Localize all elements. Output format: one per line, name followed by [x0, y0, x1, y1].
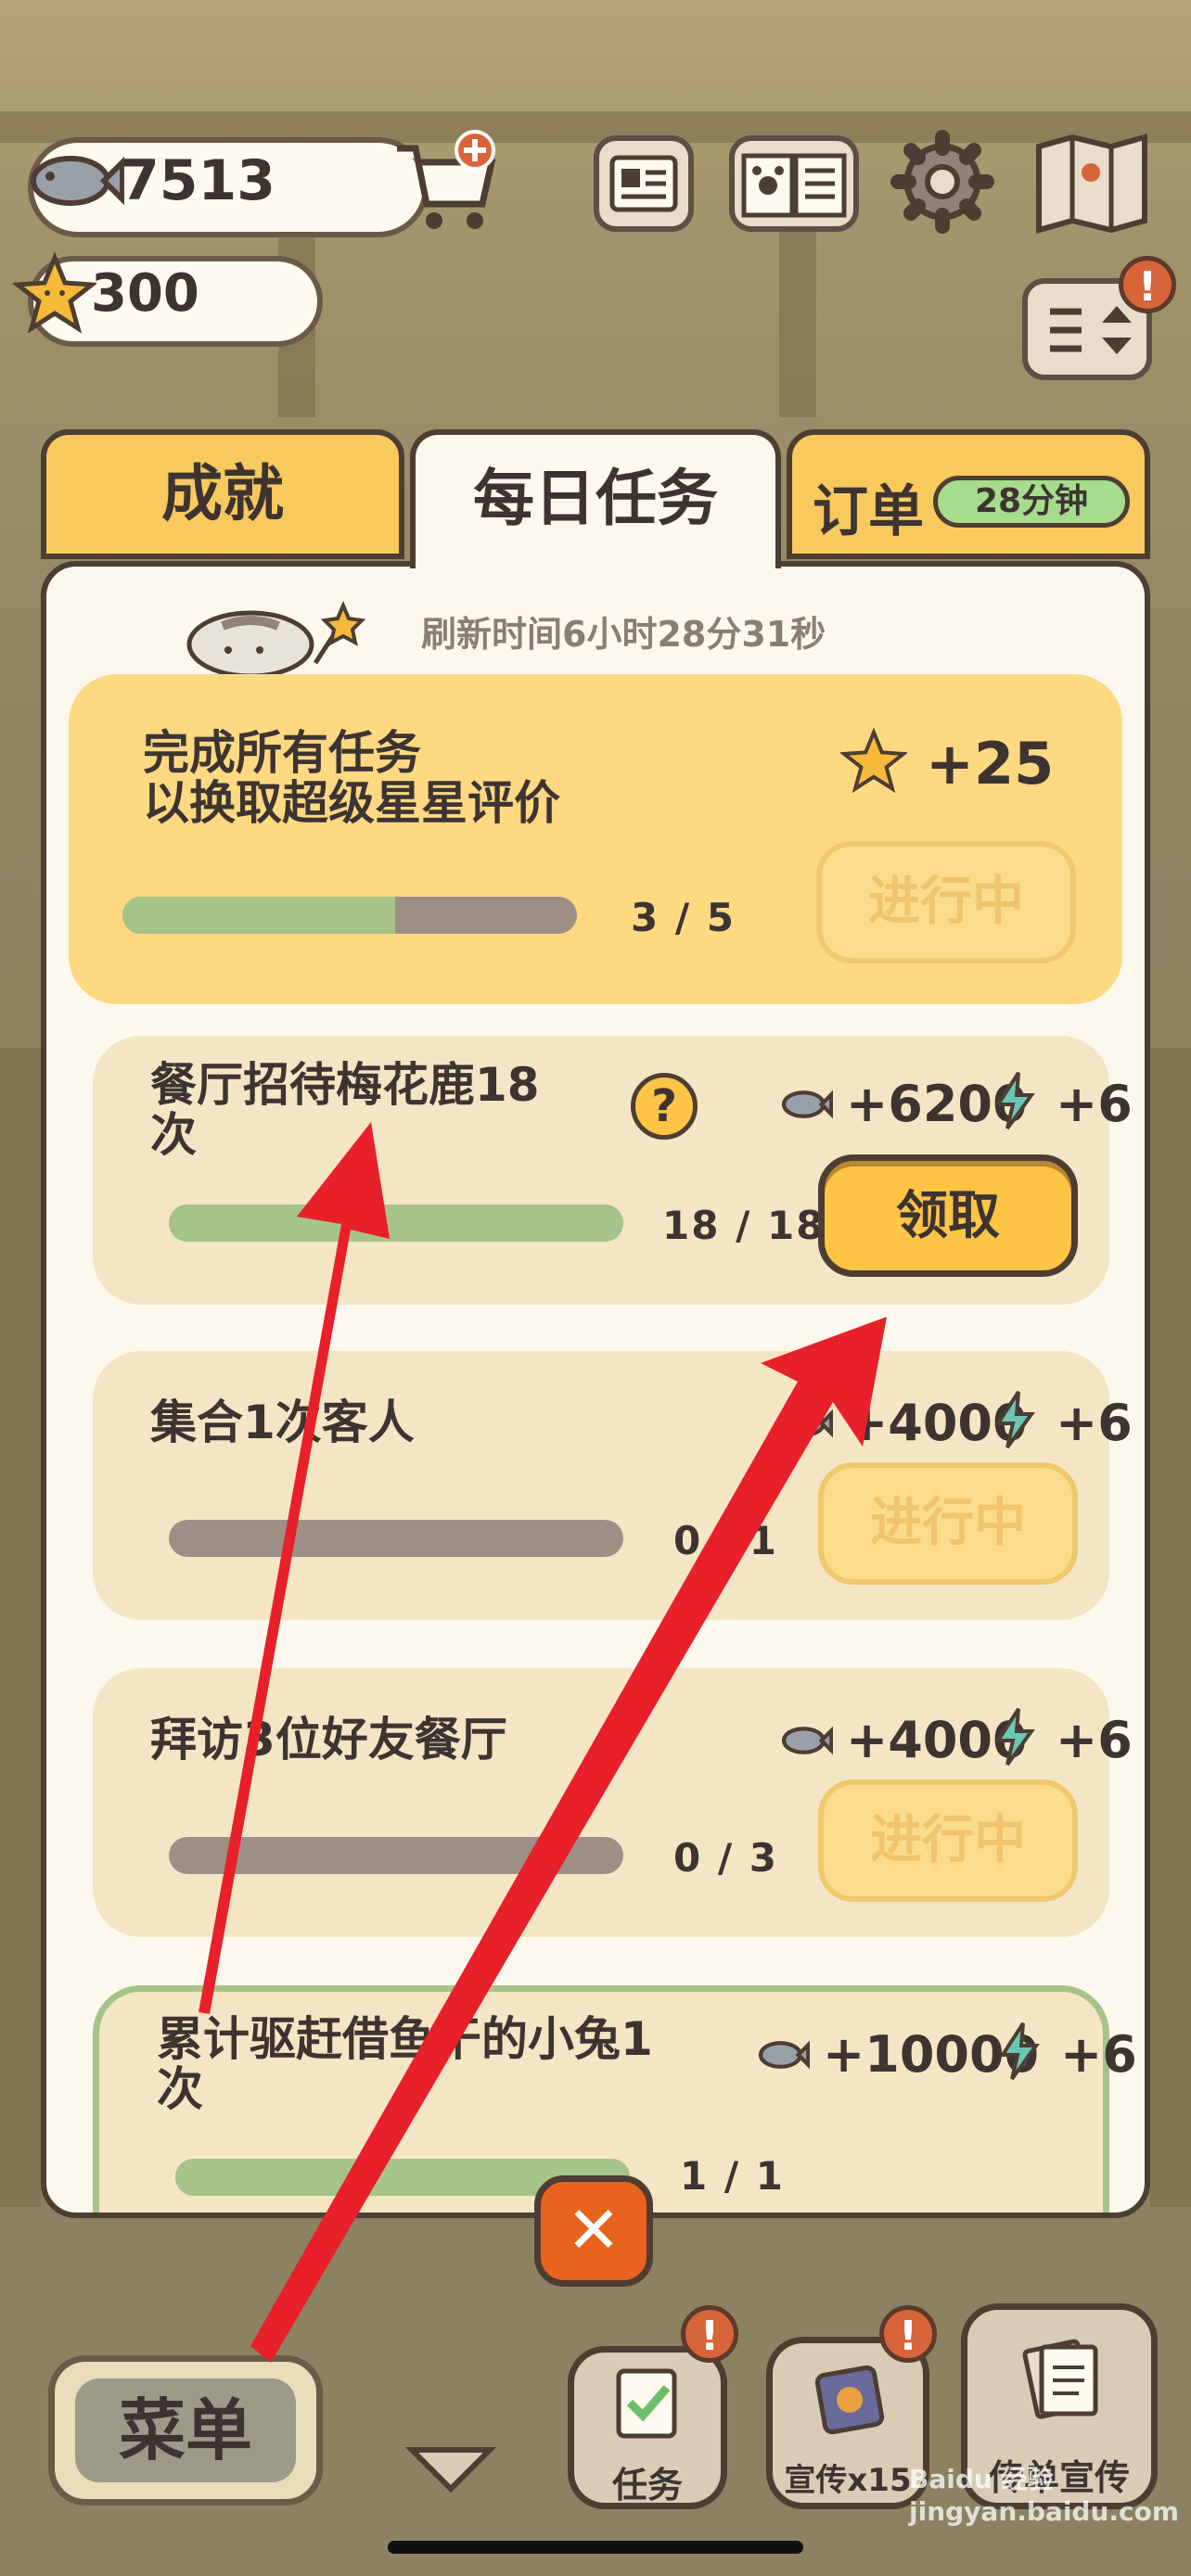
- task-alert-badge: !: [681, 2305, 738, 2363]
- task-progress-bar: [169, 1520, 623, 1557]
- checklist-icon: [616, 2368, 677, 2439]
- tab-achievements[interactable]: 成就: [41, 429, 404, 559]
- in-progress-button[interactable]: 进行中: [818, 1779, 1078, 1902]
- help-question-icon[interactable]: ?: [631, 1073, 698, 1140]
- task-title: 集合1次客人: [150, 1396, 415, 1449]
- energy-icon: [995, 2020, 1044, 2086]
- recipe-book-button[interactable]: [729, 135, 859, 232]
- tab-achievements-label: 成就: [161, 458, 284, 529]
- task-progress-text: 3 / 5: [631, 895, 736, 940]
- tab-daily-tasks[interactable]: 每日任务: [410, 429, 781, 568]
- task-progress-text: 1 / 1: [680, 2153, 786, 2199]
- task-title: 完成所有任务 以换取超级星星评价: [143, 726, 560, 830]
- promo-button-label: 宣传x15: [784, 2462, 912, 2499]
- energy-icon: [991, 1388, 1039, 1455]
- tab-orders-timer: 28分钟: [933, 476, 1130, 528]
- task-progress-text: 0 / 3: [673, 1835, 779, 1881]
- fish-count: 7513: [121, 148, 275, 213]
- task-progress-fill: [169, 1205, 623, 1242]
- flyer-paper-icon: [1022, 2339, 1098, 2419]
- task-title: 餐厅招待梅花鹿18 次: [150, 1058, 540, 1162]
- promo-alert-badge: !: [879, 2305, 937, 2363]
- daily-tasks-panel: 刷新时间6小时28分31秒 完成所有任务 以换取超级星星评价 +25 3 / 5…: [41, 561, 1150, 2218]
- star-icon: [11, 251, 98, 339]
- task-progress-bar: [169, 1837, 623, 1874]
- task-progress-text: 0 / 1: [673, 1518, 779, 1563]
- tab-orders-label: 订单: [813, 479, 924, 544]
- shop-cart-icon[interactable]: [390, 130, 501, 245]
- fish-reward-icon: [754, 2033, 811, 2081]
- task-progress-text: 18 / 18: [662, 1203, 826, 1248]
- task-button-label: 任务: [611, 2465, 683, 2506]
- task-card-all: 完成所有任务 以换取超级星星评价 +25 3 / 5 进行中: [69, 674, 1122, 1004]
- star-count: 300: [91, 263, 199, 324]
- in-progress-button[interactable]: 进行中: [818, 1462, 1078, 1585]
- energy-reward-amount: +6: [1056, 1394, 1133, 1452]
- task-progress-bar: [122, 897, 577, 934]
- energy-reward-amount: +6: [1056, 1711, 1133, 1769]
- tab-daily-tasks-label: 每日任务: [473, 463, 718, 534]
- collapse-chevron-icon[interactable]: [404, 2441, 497, 2500]
- task-button[interactable]: 任务: [568, 2346, 727, 2509]
- task-card: 集合1次客人 +4000 +6 0 / 1 进行中: [93, 1351, 1133, 1620]
- notification-badge: !: [1119, 256, 1176, 313]
- star-reward-icon: [839, 727, 909, 798]
- fish-reward-icon: [777, 1401, 834, 1449]
- profile-card-button[interactable]: [594, 135, 694, 232]
- energy-icon: [991, 1069, 1039, 1136]
- in-progress-button[interactable]: 进行中: [816, 841, 1076, 963]
- tab-orders[interactable]: 订单 28分钟: [787, 429, 1150, 559]
- close-icon: ✕: [566, 2192, 621, 2268]
- task-card: 拜访3位好友餐厅 +4000 +6 0 / 3 进行中: [93, 1668, 1133, 1937]
- fish-reward-icon: [777, 1082, 834, 1130]
- home-indicator: [388, 2541, 803, 2554]
- task-progress-bar: [169, 1205, 623, 1242]
- fish-reward-icon: [777, 1718, 834, 1766]
- menu-label: 菜单: [75, 2378, 296, 2482]
- energy-reward-amount: +6: [1060, 2025, 1137, 2084]
- poster-icon: [814, 2365, 885, 2435]
- task-progress-fill: [122, 897, 395, 934]
- task-card: 餐厅招待梅花鹿18 次 ? +6200 +6 18 / 18 领取: [93, 1036, 1133, 1305]
- claim-reward-button[interactable]: 领取: [818, 1154, 1078, 1277]
- star-reward-amount: +25: [926, 730, 1055, 797]
- paw-book-icon: [741, 153, 847, 218]
- refresh-timer-text: 刷新时间6小时28分31秒: [421, 614, 826, 655]
- energy-icon: [991, 1705, 1039, 1772]
- settings-gear-icon[interactable]: [890, 130, 994, 237]
- map-icon[interactable]: [1031, 130, 1152, 241]
- energy-reward-amount: +6: [1056, 1075, 1133, 1133]
- task-title: 累计驱赶借鱼干的小兔1 次: [157, 2012, 653, 2116]
- task-title: 拜访3位好友餐厅: [150, 1713, 507, 1766]
- menu-button[interactable]: 菜单: [48, 2355, 323, 2506]
- close-panel-button[interactable]: ✕: [534, 2175, 653, 2287]
- fish-icon: [22, 139, 125, 226]
- id-card-icon: [609, 155, 678, 212]
- watermark: Baidu 经验 jingyan.baidu.com: [909, 2464, 1180, 2527]
